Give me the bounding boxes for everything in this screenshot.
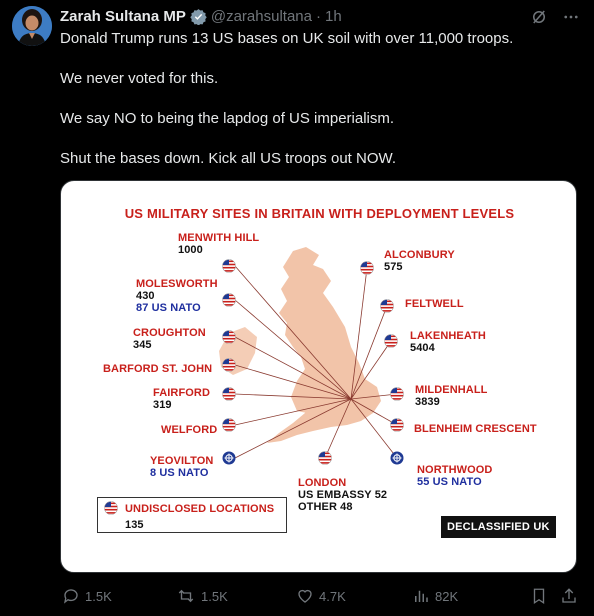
- site-count: 1000: [178, 244, 203, 256]
- site-name: NORTHWOOD: [417, 464, 493, 476]
- bookmark-button[interactable]: [530, 587, 548, 605]
- site-name: MOLESWORTH: [136, 278, 218, 290]
- site-croughton: CROUGHTON 345: [133, 327, 206, 351]
- author-handle[interactable]: @zarahsultana: [211, 8, 312, 25]
- site-count: 3839: [415, 396, 440, 408]
- legend-label: UNDISCLOSED LOCATIONS: [125, 503, 275, 515]
- site-feltwell: FELTWELL: [405, 298, 464, 310]
- tweet-paragraph: Shut the bases down. Kick all US troops …: [60, 150, 396, 167]
- site-name: LONDON: [298, 477, 347, 489]
- reply-button[interactable]: 1.5K: [62, 587, 112, 605]
- site-name: CROUGHTON: [133, 327, 206, 339]
- repost-icon: [178, 589, 194, 603]
- share-icon: [562, 588, 576, 603]
- avatar[interactable]: [12, 6, 52, 46]
- like-button[interactable]: 4.7K: [296, 587, 346, 605]
- site-count: 345: [133, 339, 152, 351]
- heart-icon: [298, 589, 312, 603]
- site-northwood: NORTHWOOD 55 US NATO: [417, 464, 492, 488]
- site-yeovilton: YEOVILTON 8 US NATO: [150, 455, 213, 479]
- avatar-photo: [12, 6, 52, 46]
- site-nato: 55 US NATO: [417, 476, 482, 488]
- views-count: 82K: [435, 588, 459, 604]
- site-london: LONDON US EMBASSY 52 OTHER 48: [298, 477, 387, 513]
- tweet-paragraph: We say NO to being the lapdog of US impe…: [60, 110, 395, 127]
- tweet-image[interactable]: US MILITARY SITES IN BRITAIN WITH DEPLOY…: [60, 180, 577, 573]
- site-barford: BARFORD ST. JOHN: [103, 363, 212, 375]
- site-name: FELTWELL: [405, 298, 464, 310]
- share-button[interactable]: [560, 587, 578, 605]
- site-nato: 8 US NATO: [150, 467, 209, 479]
- site-menwith-hill: MENWITH HILL 1000: [178, 232, 259, 256]
- reply-count: 1.5K: [85, 588, 112, 604]
- site-blenheim: BLENHEIM CRESCENT: [414, 423, 537, 435]
- more-options-icon[interactable]: [562, 8, 580, 26]
- tweet-paragraph: We never voted for this.: [60, 70, 219, 87]
- site-name: MILDENHALL: [415, 384, 488, 396]
- repost-button[interactable]: 1.5K: [176, 587, 228, 605]
- site-name: YEOVILTON: [150, 455, 214, 467]
- site-count: 5404: [410, 342, 435, 354]
- site-name: FAIRFORD: [153, 387, 211, 399]
- map-title: US MILITARY SITES IN BRITAIN WITH DEPLOY…: [124, 206, 515, 221]
- author-name[interactable]: Zarah Sultana MP: [60, 8, 186, 25]
- site-count: 575: [384, 261, 403, 273]
- site-name: MENWITH HILL: [178, 232, 260, 244]
- site-fairford: FAIRFORD 319: [153, 387, 210, 411]
- site-count: 319: [153, 399, 172, 411]
- tweet-text: Donald Trump runs 13 US bases on UK soil…: [60, 29, 580, 189]
- site-welford: WELFORD: [161, 424, 217, 436]
- site-name: BARFORD ST. JOHN: [103, 363, 213, 375]
- grok-icon[interactable]: [530, 8, 548, 26]
- verified-badge-icon[interactable]: [190, 8, 207, 25]
- views-button[interactable]: 82K: [412, 587, 458, 605]
- site-lakenheath: LAKENHEATH 5404: [410, 330, 486, 354]
- site-embassy: US EMBASSY 52: [298, 489, 388, 501]
- site-count: 430: [136, 290, 155, 302]
- action-bar: 1.5K 1.5K 4.7K 82K: [60, 584, 580, 608]
- site-molesworth: MOLESWORTH 430 87 US NATO: [136, 278, 218, 314]
- views-icon: [415, 590, 428, 602]
- bookmark-icon: [533, 588, 545, 605]
- repost-count: 1.5K: [201, 588, 228, 604]
- tweet-header: Zarah Sultana MP @zarahsultana · 1h: [60, 6, 342, 26]
- brand-logo: DECLASSIFIED UK: [441, 516, 556, 538]
- site-mildenhall: MILDENHALL 3839: [415, 384, 488, 408]
- site-alconbury: ALCONBURY 575: [384, 249, 455, 273]
- site-nato: 87 US NATO: [136, 302, 201, 314]
- site-name: ALCONBURY: [384, 249, 455, 261]
- like-count: 4.7K: [319, 588, 346, 604]
- separator-dot: ·: [315, 7, 321, 25]
- reply-icon: [63, 589, 78, 604]
- legend-count: 135: [125, 519, 144, 531]
- post-time[interactable]: 1h: [325, 8, 342, 25]
- site-other: OTHER 48: [298, 501, 353, 513]
- site-name: BLENHEIM CRESCENT: [414, 423, 537, 435]
- site-name: WELFORD: [161, 424, 218, 436]
- tweet-paragraph: Donald Trump runs 13 US bases on UK soil…: [60, 30, 514, 47]
- top-right-icons: [530, 8, 580, 26]
- site-name: LAKENHEATH: [410, 330, 486, 342]
